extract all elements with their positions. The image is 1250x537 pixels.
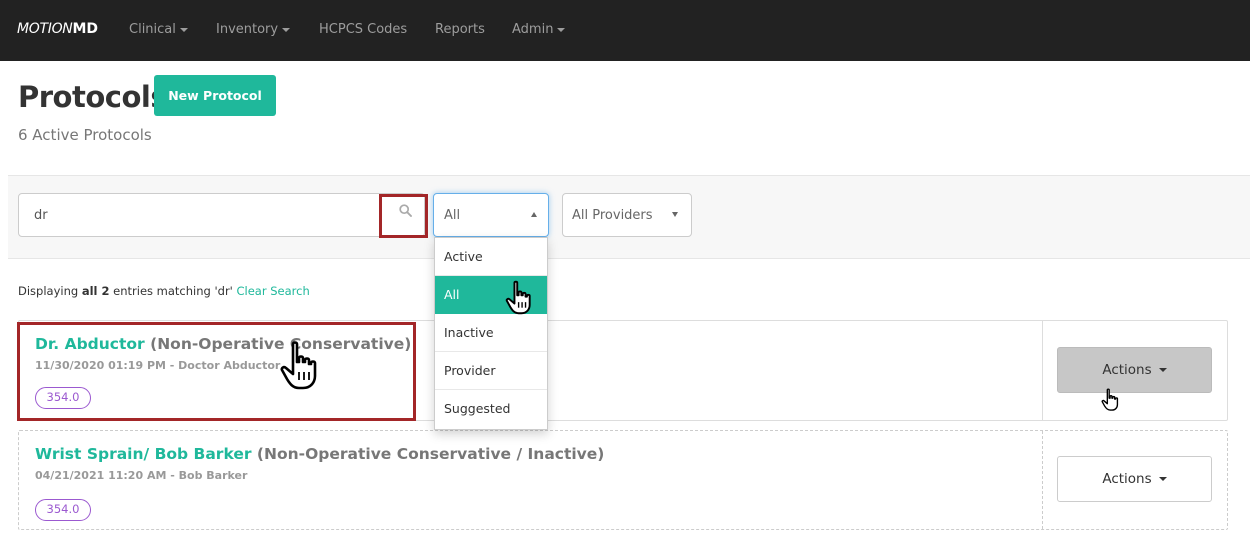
protocol-meta: 04/21/2021 11:20 AM - Bob Barker bbox=[35, 469, 248, 482]
status-option-active[interactable]: Active bbox=[435, 238, 547, 276]
results-summary: Displaying all 2 entries matching 'dr' C… bbox=[18, 284, 310, 298]
brand-logo[interactable]: MOTIONMD bbox=[17, 21, 98, 37]
results-middle: entries matching bbox=[113, 284, 211, 298]
nav-item-reports[interactable]: Reports bbox=[435, 22, 485, 37]
status-option-provider[interactable]: Provider bbox=[435, 352, 547, 390]
actions-button-label: Actions bbox=[1102, 362, 1152, 378]
results-count: all 2 bbox=[81, 284, 110, 298]
protocol-row-highlight bbox=[17, 322, 416, 421]
status-filter-value: All bbox=[444, 208, 461, 223]
hand-pointer-cursor-icon bbox=[505, 280, 531, 315]
chevron-down-icon bbox=[557, 27, 566, 32]
row-divider bbox=[1042, 431, 1043, 529]
status-option-inactive[interactable]: Inactive bbox=[435, 314, 547, 352]
page-title: Protocols bbox=[18, 80, 168, 114]
brand-logo-part2: MD bbox=[72, 21, 99, 37]
hand-pointer-cursor-icon bbox=[280, 341, 317, 390]
protocol-row: Wrist Sprain/ Bob Barker (Non-Operative … bbox=[18, 430, 1228, 530]
chevron-down-icon bbox=[1158, 477, 1167, 481]
nav-item-hcpcs-codes-label: HCPCS Codes bbox=[319, 22, 408, 37]
hand-pointer-cursor-icon bbox=[1101, 388, 1119, 411]
nav-item-admin[interactable]: Admin bbox=[512, 22, 566, 37]
protocol-name-link[interactable]: Wrist Sprain/ Bob Barker bbox=[35, 445, 252, 463]
nav-item-hcpcs-codes[interactable]: HCPCS Codes bbox=[319, 22, 407, 37]
nav-item-inventory-label: Inventory bbox=[216, 22, 279, 37]
row-divider bbox=[1042, 321, 1043, 420]
clear-search-link[interactable]: Clear Search bbox=[237, 284, 310, 298]
chevron-down-icon bbox=[672, 212, 678, 217]
protocol-title: Wrist Sprain/ Bob Barker (Non-Operative … bbox=[35, 445, 604, 463]
nav-item-admin-label: Admin bbox=[512, 22, 554, 37]
top-navbar: MOTIONMD Clinical Inventory HCPCS Codes … bbox=[0, 0, 1250, 61]
provider-filter-value: All Providers bbox=[572, 208, 653, 223]
nav-item-clinical[interactable]: Clinical bbox=[129, 22, 188, 37]
protocol-type: (Non-Operative Conservative / Inactive) bbox=[256, 445, 605, 463]
actions-button[interactable]: Actions bbox=[1057, 347, 1212, 393]
search-input[interactable] bbox=[18, 193, 425, 237]
chevron-down-icon bbox=[179, 27, 188, 32]
new-protocol-button[interactable]: New Protocol bbox=[154, 75, 276, 116]
results-prefix: Displaying bbox=[18, 284, 79, 298]
search-button-highlight bbox=[379, 194, 428, 238]
chevron-down-icon bbox=[1158, 368, 1167, 372]
results-query: 'dr' bbox=[214, 284, 233, 298]
nav-item-clinical-label: Clinical bbox=[129, 22, 176, 37]
chevron-down-icon bbox=[282, 27, 291, 32]
chevron-up-icon bbox=[531, 212, 537, 217]
nav-item-reports-label: Reports bbox=[435, 22, 485, 37]
nav-item-inventory[interactable]: Inventory bbox=[216, 22, 291, 37]
active-protocols-count: 6 Active Protocols bbox=[18, 126, 152, 144]
diagnosis-code-badge: 354.0 bbox=[35, 499, 91, 521]
status-dropdown-menu: Active All Inactive Provider Suggested bbox=[434, 237, 548, 430]
actions-button[interactable]: Actions bbox=[1057, 456, 1212, 502]
actions-button-label: Actions bbox=[1102, 471, 1152, 487]
status-option-suggested[interactable]: Suggested bbox=[435, 390, 547, 428]
brand-logo-part1: MOTION bbox=[17, 21, 73, 37]
